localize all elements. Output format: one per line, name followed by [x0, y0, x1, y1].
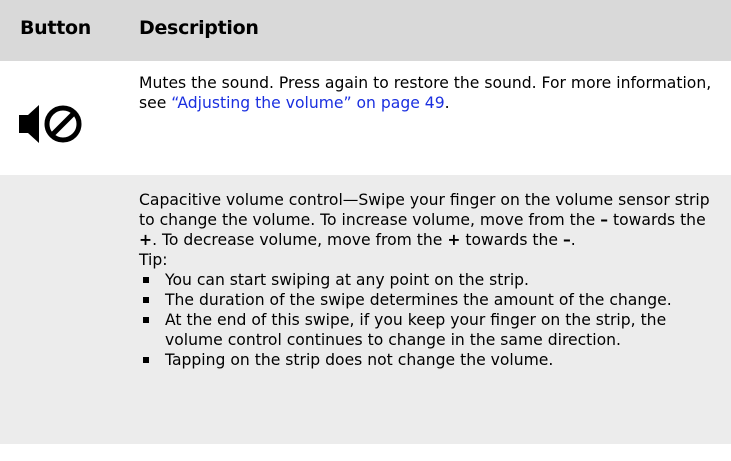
tip-text: At the end of this swipe, if you keep yo… [165, 311, 667, 349]
volume-control-description: Capacitive volume control—Swipe your fin… [139, 190, 719, 370]
list-item: At the end of this swipe, if you keep yo… [139, 310, 719, 350]
list-item: The duration of the swipe determines the… [139, 290, 719, 310]
volume-text-3: . To decrease volume, move from the [152, 231, 448, 249]
minus-symbol: – [562, 231, 571, 249]
bullet-icon [143, 317, 149, 323]
tip-text: Tapping on the strip does not change the… [165, 351, 554, 369]
list-item: Tapping on the strip does not change the… [139, 350, 719, 370]
list-item: You can start swiping at any point on th… [139, 270, 719, 290]
bullet-icon [143, 277, 149, 283]
table-row-volume-control: Capacitive volume control—Swipe your fin… [0, 175, 731, 444]
volume-text-4: towards the [460, 231, 563, 249]
mute-description: Mutes the sound. Press again to restore … [139, 73, 719, 113]
mute-description-end: . [444, 94, 450, 112]
bullet-icon [143, 357, 149, 363]
plus-symbol: + [447, 231, 461, 249]
mute-speaker-icon [19, 105, 82, 143]
table-row-mute: Mutes the sound. Press again to restore … [0, 61, 731, 175]
tip-label: Tip: [139, 251, 168, 269]
plus-symbol: + [139, 231, 153, 249]
table-header-row: Button Description [0, 0, 731, 61]
tip-text: You can start swiping at any point on th… [165, 271, 530, 289]
volume-text-5: . [570, 231, 576, 249]
column-header-description: Description [139, 17, 259, 39]
bullet-icon [143, 297, 149, 303]
volume-text-2: towards the [608, 211, 706, 229]
minus-symbol: – [600, 211, 609, 229]
volume-control-paragraph: Capacitive volume control—Swipe your fin… [139, 190, 719, 250]
tip-list: You can start swiping at any point on th… [139, 270, 719, 370]
adjusting-volume-link[interactable]: “Adjusting the volume” on page 49 [171, 94, 444, 112]
column-header-button: Button [20, 17, 91, 39]
tip-text: The duration of the swipe determines the… [165, 291, 672, 309]
